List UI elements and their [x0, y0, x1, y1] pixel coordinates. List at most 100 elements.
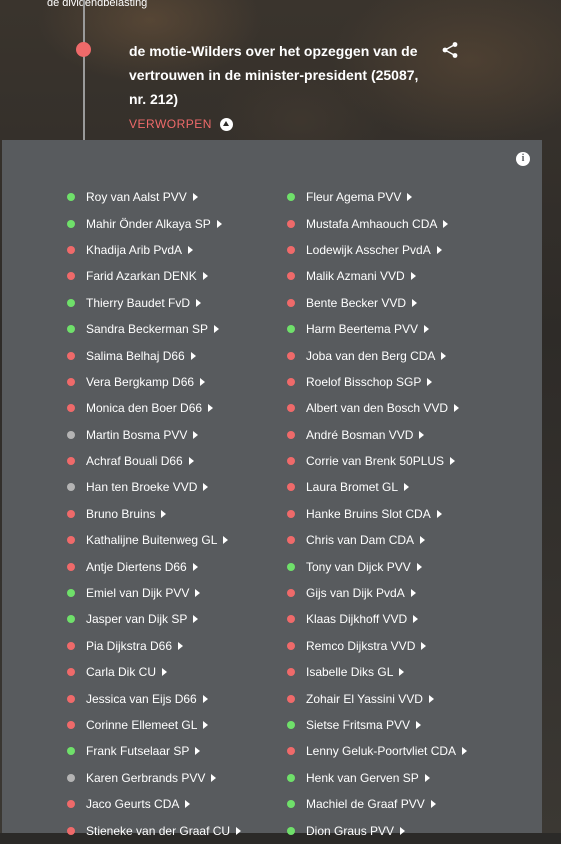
- member-vote-row[interactable]: Roy van Aalst PVV: [67, 184, 241, 210]
- member-vote-row[interactable]: Hanke Bruins Slot CDA: [287, 501, 467, 527]
- vote-status-dot: [287, 483, 295, 492]
- vote-status-dot: [67, 615, 75, 624]
- member-name: Sietse Fritsma PVV: [306, 718, 411, 732]
- member-vote-row[interactable]: Salima Belhaj D66: [67, 342, 241, 368]
- vote-status-dot: [287, 773, 295, 782]
- vote-status-dot: [287, 351, 295, 360]
- chevron-right-icon: [196, 298, 202, 307]
- member-vote-row[interactable]: Pia Dijkstra D66: [67, 633, 241, 659]
- member-vote-row[interactable]: Chris van Dam CDA: [287, 527, 467, 553]
- member-vote-row[interactable]: Zohair El Yassini VVD: [287, 685, 467, 711]
- chevron-right-icon: [424, 325, 430, 334]
- vote-status-dot: [287, 826, 295, 835]
- chevron-right-icon: [410, 272, 416, 281]
- member-vote-row[interactable]: Karen Gerbrands PVV: [67, 765, 241, 791]
- vote-status-dot: [67, 694, 75, 703]
- vote-status-dot: [67, 747, 75, 756]
- vote-status-dot: [67, 589, 75, 598]
- chevron-right-icon: [223, 536, 229, 545]
- chevron-right-icon: [195, 747, 201, 756]
- member-vote-row[interactable]: Gijs van Dijk PvdA: [287, 580, 467, 606]
- timeline-status-dot: [76, 42, 91, 57]
- member-vote-row[interactable]: Sietse Fritsma PVV: [287, 712, 467, 738]
- member-vote-row[interactable]: Farid Azarkan DENK: [67, 263, 241, 289]
- member-name: Lenny Geluk-Poortvliet CDA: [306, 744, 457, 759]
- member-vote-row[interactable]: Jasper van Dijk SP: [67, 606, 241, 632]
- member-name: Joba van den Berg CDA: [306, 348, 436, 363]
- member-vote-row[interactable]: Kathalijne Buitenweg GL: [67, 527, 241, 553]
- vote-status-dot: [67, 245, 75, 254]
- vote-status-dot: [67, 536, 75, 545]
- member-vote-row[interactable]: Carla Dik CU: [67, 659, 241, 685]
- member-vote-row[interactable]: Machiel de Graaf PVV: [287, 791, 467, 817]
- result-toggle-button[interactable]: VERWORPEN: [129, 117, 233, 131]
- member-name: Gijs van Dijk PvdA: [306, 586, 405, 601]
- member-vote-row[interactable]: Klaas Dijkhoff VVD: [287, 606, 467, 632]
- member-vote-row[interactable]: Thierry Baudet FvD: [67, 290, 241, 316]
- previous-item-title[interactable]: de dividendbelasting: [47, 0, 147, 9]
- chevron-right-icon: [407, 193, 413, 202]
- vote-status-dot: [287, 562, 295, 571]
- member-vote-row[interactable]: Khadija Arib PvdA: [67, 237, 241, 263]
- member-vote-row[interactable]: Joba van den Berg CDA: [287, 342, 467, 368]
- member-vote-row[interactable]: Malik Azmani VVD: [287, 263, 467, 289]
- member-vote-row[interactable]: Remco Dijkstra VVD: [287, 633, 467, 659]
- member-vote-row[interactable]: Martin Bosma PVV: [67, 422, 241, 448]
- member-name: Corinne Ellemeet GL: [86, 718, 198, 732]
- member-vote-row[interactable]: Laura Bromet GL: [287, 474, 467, 500]
- member-vote-row[interactable]: Jessica van Eijs D66: [67, 685, 241, 711]
- vote-status-dot: [67, 272, 75, 281]
- member-vote-row[interactable]: Mustafa Amhaouch CDA: [287, 210, 467, 236]
- vote-status-dot: [67, 298, 75, 307]
- vote-status-dot: [287, 298, 295, 307]
- member-vote-row[interactable]: Emiel van Dijk PVV: [67, 580, 241, 606]
- member-vote-row[interactable]: Isabelle Diks GL: [287, 659, 467, 685]
- chevron-right-icon: [185, 800, 191, 809]
- member-vote-row[interactable]: Roelof Bisschop SGP: [287, 369, 467, 395]
- vote-status-dot: [287, 245, 295, 254]
- chevron-right-icon: [424, 773, 430, 782]
- member-vote-row[interactable]: Corrie van Brenk 50PLUS: [287, 448, 467, 474]
- member-vote-row[interactable]: Corinne Ellemeet GL: [67, 712, 241, 738]
- member-name: Monica den Boer D66: [86, 401, 203, 416]
- chevron-right-icon: [202, 272, 208, 281]
- member-vote-row[interactable]: Achraf Bouali D66: [67, 448, 241, 474]
- chevron-right-icon: [413, 615, 419, 624]
- member-vote-row[interactable]: Harm Beertema PVV: [287, 316, 467, 342]
- info-icon[interactable]: i: [516, 152, 530, 166]
- member-vote-row[interactable]: Mahir Önder Alkaya SP: [67, 210, 241, 236]
- chevron-right-icon: [421, 641, 427, 650]
- member-vote-row[interactable]: Monica den Boer D66: [67, 395, 241, 421]
- member-vote-row[interactable]: Stieneke van der Graaf CU: [67, 817, 242, 843]
- member-vote-row[interactable]: Tony van Dijck PVV: [287, 553, 467, 579]
- member-vote-row[interactable]: Fleur Agema PVV: [287, 184, 467, 210]
- member-vote-row[interactable]: Albert van den Bosch VVD: [287, 395, 467, 421]
- member-vote-row[interactable]: Vera Bergkamp D66: [67, 369, 241, 395]
- member-vote-row[interactable]: Dion Graus PVV: [287, 817, 467, 843]
- chevron-right-icon: [399, 668, 405, 677]
- member-vote-row[interactable]: Frank Futselaar SP: [67, 738, 241, 764]
- chevron-right-icon: [462, 747, 468, 756]
- member-name: Laura Bromet GL: [306, 480, 399, 495]
- vote-status-dot: [287, 430, 295, 439]
- member-vote-row[interactable]: Henk van Gerven SP: [287, 765, 467, 791]
- member-vote-row[interactable]: Jaco Geurts CDA: [67, 791, 241, 817]
- chevron-right-icon: [404, 483, 410, 492]
- chevron-right-icon: [193, 430, 199, 439]
- member-vote-row[interactable]: Lodewijk Asscher PvdA: [287, 237, 467, 263]
- share-icon[interactable]: [441, 41, 459, 59]
- member-vote-row[interactable]: Sandra Beckerman SP: [67, 316, 241, 342]
- chevron-right-icon: [192, 562, 198, 571]
- vote-status-dot: [287, 325, 295, 334]
- member-vote-row[interactable]: Bente Becker VVD: [287, 290, 467, 316]
- member-vote-row[interactable]: André Bosman VVD: [287, 422, 467, 448]
- chevron-right-icon: [430, 800, 436, 809]
- member-vote-row[interactable]: Bruno Bruins: [67, 501, 241, 527]
- member-name: Karen Gerbrands PVV: [86, 770, 206, 785]
- member-name: Carla Dik CU: [86, 665, 157, 680]
- member-vote-row[interactable]: Lenny Geluk-Poortvliet CDA: [287, 738, 468, 764]
- member-name: Bruno Bruins: [86, 506, 156, 521]
- member-vote-row[interactable]: Antje Diertens D66: [67, 553, 241, 579]
- member-vote-row[interactable]: Han ten Broeke VVD: [67, 474, 241, 500]
- vote-status-dot: [287, 536, 295, 545]
